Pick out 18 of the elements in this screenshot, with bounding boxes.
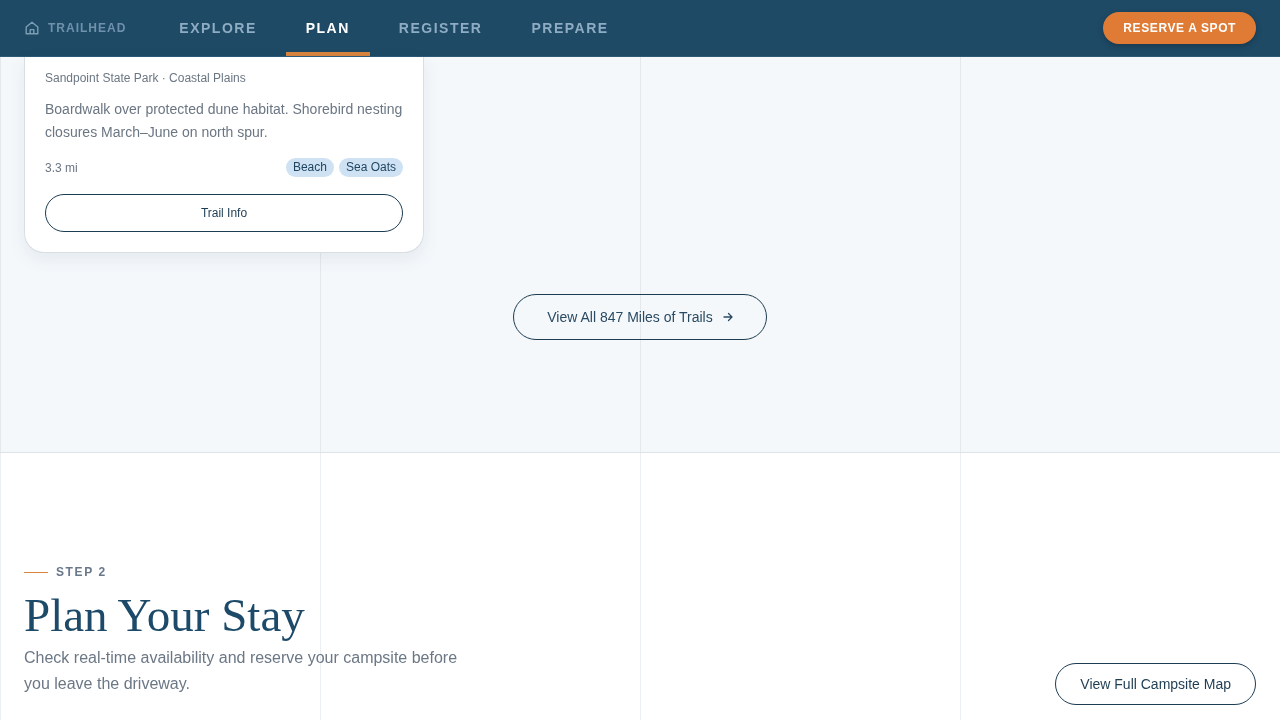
arrow-right-icon bbox=[722, 312, 733, 322]
eyebrow-rule bbox=[24, 571, 48, 573]
section-description: Check real-time availability and reserve your campsite before you leave the driveway. bbox=[24, 648, 459, 694]
section-heading: Plan Your Stay bbox=[24, 588, 306, 643]
brand-name[interactable]: TRAILHEAD bbox=[48, 21, 127, 35]
nav-tab[interactable]: EXPLORE bbox=[159, 0, 277, 56]
trail-tag: Sea Oats bbox=[338, 158, 403, 177]
reserve-button[interactable]: RESERVE A SPOT bbox=[1103, 12, 1256, 44]
trail-description: Boardwalk over protected dune habitat. Shorebird nesting closures March–June on north spur. bbox=[45, 100, 403, 142]
trail-info-button[interactable]: Trail Info bbox=[45, 194, 403, 232]
trail-location: Sandpoint State Park · Coastal Plains bbox=[45, 70, 247, 87]
trail-distance: 3.3 mi bbox=[45, 160, 78, 175]
nav-tab[interactable]: PREPARE bbox=[511, 0, 629, 56]
step-label: STEP 2 bbox=[56, 565, 107, 579]
campsite-map-button[interactable]: View Full Campsite Map bbox=[1055, 663, 1256, 705]
nav-tab[interactable]: REGISTER bbox=[378, 0, 503, 56]
home-icon[interactable] bbox=[25, 21, 39, 35]
trail-tag: Beach bbox=[285, 158, 334, 177]
